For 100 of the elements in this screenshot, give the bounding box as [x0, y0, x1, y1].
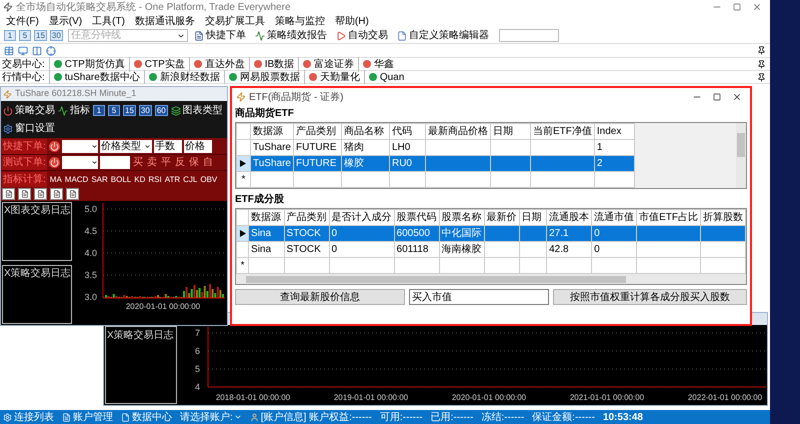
power-icon[interactable] [48, 157, 60, 168]
period-button[interactable]: 30 [50, 30, 63, 41]
period-button[interactable]: 60 [154, 105, 168, 116]
column-header: 股票名称 [439, 210, 484, 226]
select-field[interactable] [62, 140, 98, 152]
center-item[interactable]: 直达外盘 [194, 56, 245, 72]
indicator-button[interactable]: KD [134, 174, 146, 186]
input-field[interactable]: 手数 [154, 140, 182, 152]
axis-label: 2022-01-01 00:00:00 [688, 393, 762, 402]
toolbar-icon-button[interactable] [66, 188, 79, 200]
pin-icon[interactable] [757, 60, 766, 68]
document-icon [62, 412, 71, 422]
account-dropdown[interactable]: 请选择账户: [180, 410, 242, 424]
document-icon [36, 190, 44, 198]
table-cell: 601118 [396, 244, 428, 255]
order-action-button[interactable]: 卖 [146, 155, 158, 170]
menu-item[interactable]: 文件(F) [6, 14, 39, 28]
toolbar-button[interactable]: 图表类型 [170, 103, 223, 118]
toolbar-button[interactable]: 快捷下单 [190, 28, 249, 43]
column-header: 数据源 [250, 124, 294, 140]
column-header: Index [594, 124, 634, 140]
column-header: 是否计入成分 [329, 210, 394, 226]
pin-icon[interactable] [757, 46, 766, 55]
status-button[interactable]: 连接列表 [3, 410, 54, 424]
column-header: 数据源 [248, 210, 284, 226]
center-item[interactable]: IB数据 [254, 56, 294, 72]
query-button[interactable]: 查询最新股价信息 [235, 289, 405, 305]
table-cell: 42.8 [549, 244, 569, 255]
menu-item[interactable]: 数据通讯服务 [134, 14, 195, 28]
table-cell: STOCK [286, 244, 321, 255]
toolbar-button[interactable]: 自定义策略编辑器 [394, 28, 492, 43]
input-field[interactable]: 价格 [184, 140, 212, 152]
toolbar-button[interactable]: 窗口设置 [3, 121, 55, 136]
period-button[interactable]: 1 [93, 105, 105, 116]
pin-icon[interactable] [757, 72, 766, 82]
order-action-button[interactable]: 平 [160, 155, 172, 170]
select-field[interactable] [62, 156, 98, 169]
order-action-button[interactable]: 反 [174, 155, 186, 170]
indicator-button[interactable]: SAR [91, 174, 108, 186]
toolbar-button[interactable]: 指标 [58, 103, 90, 118]
period-button[interactable]: 5 [108, 105, 120, 116]
center-item[interactable]: CTP实盘 [134, 56, 185, 72]
center-item[interactable]: CTP期货仿真 [54, 56, 125, 72]
status-text: 冻结:------ [481, 410, 524, 424]
table-row[interactable]: TuShare FUTURE 橡胶 RU0 2 [236, 156, 634, 172]
toolbar-icon-button[interactable] [50, 188, 63, 200]
column-header: 代码 [389, 124, 426, 140]
period-button[interactable]: 15 [123, 105, 136, 116]
input-field[interactable] [100, 156, 130, 169]
columns-icon[interactable] [32, 46, 42, 56]
table-row[interactable]: Sina STOCK 0 600500 中化国际 27.1 0 [236, 226, 746, 242]
order-action-button[interactable]: 买 [132, 155, 144, 170]
menu-item[interactable]: 显示(V) [48, 14, 82, 28]
period-button[interactable]: 15 [34, 30, 47, 41]
status-button[interactable]: 账户管理 [62, 410, 113, 424]
column-header: 商品名称 [341, 124, 390, 140]
indicator-button[interactable]: ATR [164, 174, 180, 186]
power-icon[interactable] [48, 140, 60, 152]
input-field[interactable] [498, 29, 559, 42]
status-button[interactable]: 数据中心 [121, 410, 172, 424]
menu-item[interactable]: 工具(T) [92, 14, 125, 28]
toolbar-button[interactable]: 策略交易 [3, 103, 55, 118]
panel-title: X策略交易日志 [4, 268, 71, 279]
close-icon [732, 92, 742, 102]
layers-icon [170, 106, 181, 116]
crosshair-icon[interactable] [46, 46, 56, 56]
period-button[interactable]: 30 [138, 105, 152, 116]
order-action-button[interactable]: 自 [202, 155, 214, 170]
order-action-button[interactable]: 保 [188, 155, 200, 170]
indicator-button[interactable]: MA [50, 174, 62, 186]
window-title: ETF(商品期货 - 证券) [249, 90, 344, 104]
indicator-button[interactable]: CJL [183, 174, 198, 186]
toolbar-button[interactable]: 自动交易 [332, 28, 391, 43]
axis-label: 4.0 [84, 248, 97, 258]
menu-item[interactable]: 帮助(H) [334, 14, 369, 28]
indicator-button[interactable]: MACD [64, 174, 88, 186]
monitor-icon[interactable] [18, 46, 28, 56]
axis-label: 5 [194, 364, 200, 374]
toolbar-icon-button[interactable] [2, 188, 15, 200]
indicator-button[interactable]: OBV [200, 174, 218, 186]
select-field[interactable]: 价格类型 [100, 140, 152, 152]
menu-item[interactable]: 交易扩展工具 [204, 14, 265, 28]
toolbar-icon-button[interactable] [18, 188, 31, 200]
indicator-button[interactable]: RSI [148, 174, 162, 186]
column-header: 产品类别 [284, 210, 330, 226]
menu-item[interactable]: 策略与监控 [274, 14, 325, 28]
toolbar-button[interactable]: 策略绩效报告 [252, 28, 330, 43]
table-icon[interactable] [4, 46, 14, 56]
gear-icon [3, 124, 13, 134]
axis-label: 7 [194, 328, 200, 338]
period-button[interactable]: 5 [19, 30, 31, 41]
center-item[interactable]: 华鑫 [363, 56, 394, 72]
table-row[interactable]: TuShare FUTURE 猪肉 LH0 1 [236, 140, 634, 156]
calculate-button[interactable]: 按照市值权重计算各成分股买入股数 [553, 289, 747, 305]
input-field[interactable]: 买入市值 [409, 289, 549, 305]
toolbar-icon-button[interactable] [34, 188, 47, 200]
period-button[interactable]: 1 [4, 30, 16, 41]
center-item[interactable]: 富途证券 [303, 56, 354, 72]
table-row[interactable]: Sina STOCK 0 601118 海南橡胶 42.8 0 [236, 242, 746, 258]
indicator-button[interactable]: BOLL [110, 174, 132, 186]
